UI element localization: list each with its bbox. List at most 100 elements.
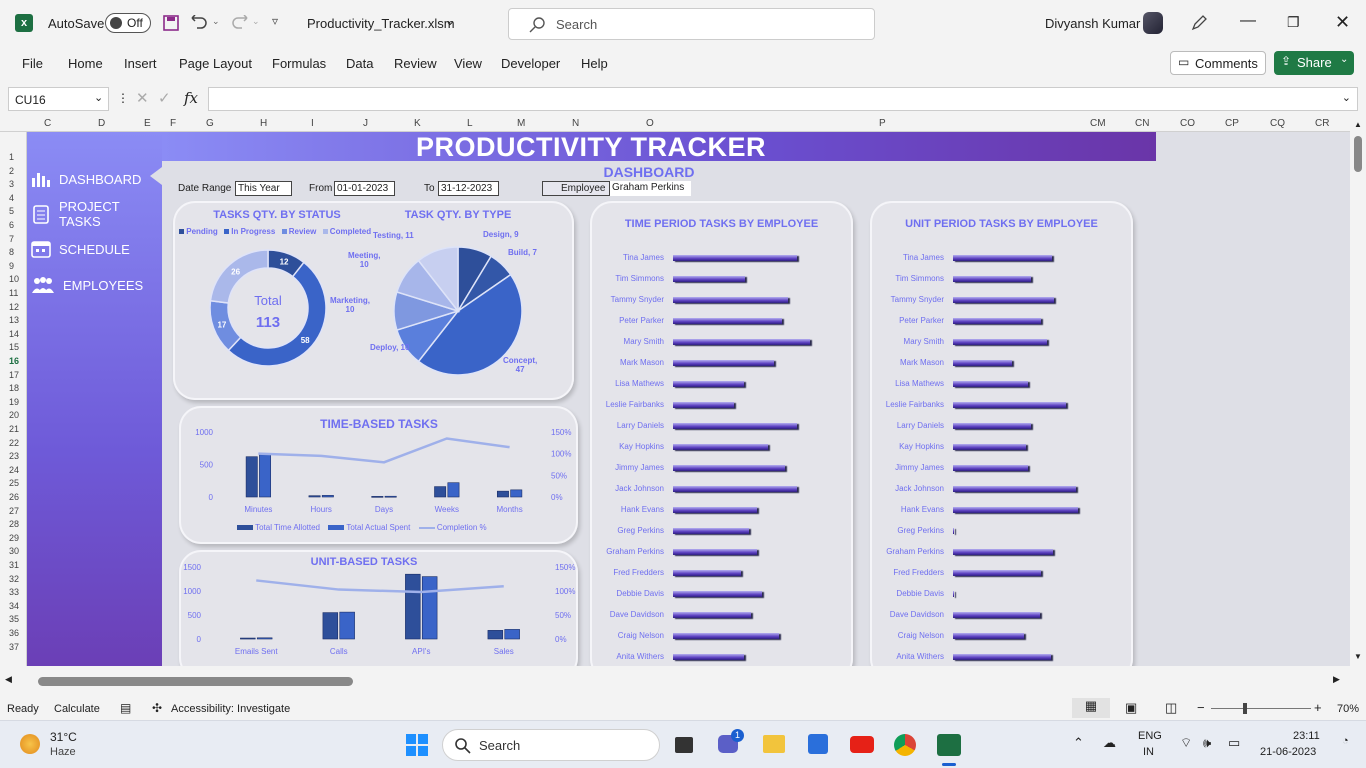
col-header[interactable]: D — [98, 118, 105, 129]
date-range-select[interactable]: This Year — [235, 181, 292, 196]
sidebar-item-employees[interactable]: EMPLOYEES — [31, 273, 143, 297]
taskbar-search[interactable]: Search — [442, 729, 660, 761]
zoom-slider[interactable] — [1211, 703, 1311, 714]
normal-view-button[interactable]: ▦ — [1072, 698, 1110, 718]
share-button[interactable]: ⇪ Share ⌄ — [1274, 51, 1354, 75]
zoom-out-icon[interactable]: − — [1197, 700, 1205, 715]
scroll-left-icon[interactable]: ◀ — [5, 674, 12, 685]
col-header[interactable]: CM — [1090, 118, 1106, 129]
col-header[interactable]: H — [260, 118, 267, 129]
scroll-down-icon[interactable]: ▼ — [1354, 652, 1362, 661]
volume-icon[interactable]: 🕪 — [1203, 735, 1211, 751]
avatar[interactable] — [1143, 12, 1163, 34]
row-header[interactable]: 17 — [9, 370, 19, 380]
page-break-view-icon[interactable]: ◫ — [1165, 700, 1177, 716]
row-header[interactable]: 33 — [9, 587, 19, 597]
sidebar-item-schedule[interactable]: SCHEDULE — [31, 237, 130, 261]
comments-button[interactable]: ▭ Comments — [1170, 51, 1266, 75]
col-header[interactable]: CR — [1315, 118, 1329, 129]
sidebar-item-project-tasks[interactable]: PROJECT TASKS — [31, 199, 162, 229]
row-header[interactable]: 3 — [9, 179, 14, 189]
row-header[interactable]: 21 — [9, 424, 19, 434]
page-layout-view-icon[interactable]: ▣ — [1125, 700, 1137, 716]
pen-icon[interactable] — [1190, 14, 1208, 32]
redo-icon[interactable] — [230, 15, 248, 31]
file-name-chevron-icon[interactable]: ⌄ — [445, 14, 455, 28]
task-view-icon[interactable] — [675, 737, 693, 753]
tab-developer[interactable]: Developer — [501, 56, 560, 71]
col-header[interactable]: N — [572, 118, 579, 129]
col-header[interactable]: J — [363, 118, 368, 129]
clock-date[interactable]: 21-06-2023 — [1260, 746, 1316, 758]
col-header[interactable]: E — [144, 118, 151, 129]
row-header[interactable]: 18 — [9, 383, 19, 393]
zoom-slider-thumb[interactable] — [1243, 703, 1247, 714]
row-header[interactable]: 35 — [9, 614, 19, 624]
row-header[interactable]: 13 — [9, 315, 19, 325]
windows-start-icon[interactable] — [406, 734, 428, 756]
from-date-input[interactable]: 01-01-2023 — [334, 181, 395, 196]
file-explorer-icon[interactable] — [763, 735, 785, 753]
more-options-icon[interactable]: ⋮ — [117, 91, 129, 105]
col-header[interactable]: C — [44, 118, 51, 129]
store-icon[interactable] — [808, 734, 828, 754]
customize-toolbar-icon[interactable]: ▿ — [272, 14, 278, 28]
weather-icon[interactable] — [20, 734, 40, 754]
tab-data[interactable]: Data — [346, 56, 373, 71]
status-calculate[interactable]: Calculate — [54, 703, 100, 715]
col-header[interactable]: CN — [1135, 118, 1149, 129]
row-header[interactable]: 26 — [9, 492, 19, 502]
tab-file[interactable]: File — [22, 56, 43, 71]
row-header[interactable]: 29 — [9, 533, 19, 543]
weather-temp[interactable]: 31°C — [50, 730, 77, 744]
row-header[interactable]: 15 — [9, 342, 19, 352]
formula-input[interactable]: ⌄ — [208, 87, 1358, 111]
row-header[interactable]: 27 — [9, 506, 19, 516]
notifications-icon[interactable]: ◔ — [1342, 735, 1349, 747]
undo-dropdown-icon[interactable]: ⌄ — [212, 16, 220, 27]
vertical-scrollbar[interactable]: ▲ ▼ — [1350, 118, 1366, 666]
wifi-icon[interactable]: ⌔ — [1180, 735, 1192, 751]
col-header[interactable]: CO — [1180, 118, 1195, 129]
row-header[interactable]: 7 — [9, 234, 14, 244]
row-header[interactable]: 1 — [9, 152, 14, 162]
row-header[interactable]: 11 — [9, 288, 18, 298]
close-icon[interactable]: ✕ — [1335, 12, 1350, 33]
user-name[interactable]: Divyansh Kumar — [1045, 16, 1140, 31]
col-header[interactable]: L — [467, 118, 473, 129]
col-header[interactable]: P — [879, 118, 886, 129]
file-name[interactable]: Productivity_Tracker.xlsm — [307, 16, 455, 31]
row-header[interactable]: 24 — [9, 465, 19, 475]
status-accessibility[interactable]: Accessibility: Investigate — [171, 703, 290, 715]
row-header[interactable]: 25 — [9, 478, 19, 488]
clock-time[interactable]: 23:11 — [1293, 730, 1320, 742]
expand-formula-icon[interactable]: ⌄ — [1342, 91, 1351, 104]
chrome-icon[interactable] — [894, 734, 916, 756]
row-header[interactable]: 22 — [9, 438, 19, 448]
tab-view[interactable]: View — [454, 56, 482, 71]
tab-page-layout[interactable]: Page Layout — [179, 56, 252, 71]
onedrive-icon[interactable]: ☁ — [1103, 735, 1116, 751]
row-header[interactable]: 14 — [9, 329, 19, 339]
zoom-in-icon[interactable]: + — [1314, 700, 1322, 715]
undo-icon[interactable] — [191, 15, 209, 31]
save-icon[interactable] — [163, 15, 179, 31]
search-box[interactable]: Search — [508, 8, 875, 40]
horizontal-scrollbar[interactable]: ◀ ▶ — [0, 672, 1366, 690]
name-box[interactable]: CU16 ⌄ — [8, 87, 109, 111]
tab-review[interactable]: Review — [394, 56, 437, 71]
enter-icon[interactable]: ✓ — [158, 89, 171, 107]
tray-overflow-icon[interactable]: ⌃ — [1073, 735, 1084, 751]
row-header[interactable]: 9 — [9, 261, 14, 271]
row-header[interactable]: 4 — [9, 193, 14, 203]
row-header[interactable]: 31 — [9, 560, 19, 570]
tab-insert[interactable]: Insert — [124, 56, 157, 71]
col-header[interactable]: I — [311, 118, 314, 129]
col-header[interactable]: CP — [1225, 118, 1239, 129]
language-primary[interactable]: ENG — [1138, 730, 1162, 742]
row-header[interactable]: 30 — [9, 546, 19, 556]
employee-select[interactable]: Graham Perkins — [609, 181, 691, 196]
redo-dropdown-icon[interactable]: ⌄ — [252, 16, 260, 27]
row-header[interactable]: 37 — [9, 642, 19, 652]
zoom-level[interactable]: 70% — [1337, 703, 1359, 715]
